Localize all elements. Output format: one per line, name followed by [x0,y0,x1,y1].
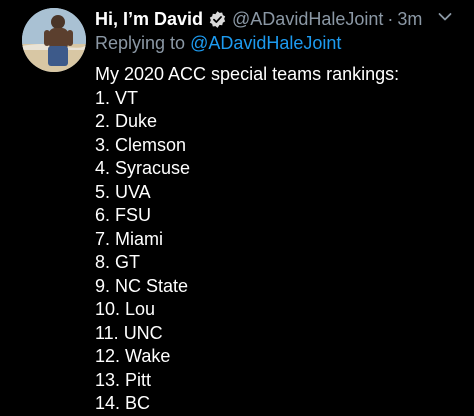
list-item: 7. Miami [95,228,164,249]
list-item: 3. Clemson [95,134,187,155]
list-item: 6. FSU [95,205,152,225]
separator-dot: · [387,8,394,29]
tweet-header: Hi, I’m David @ADavidHaleJoint · 3m [95,6,422,32]
reply-context: Replying to @ADavidHaleJoint [95,33,341,57]
list-item: 4. Syracuse [95,158,191,178]
list-item: 12. Wake [95,346,171,366]
list-item: 11. UNC [95,322,163,343]
rankings-list: 1. VT 2. Duke 3. Clemson 4. Syracuse 5. … [95,87,399,416]
chevron-down-icon[interactable] [438,12,452,22]
list-item: 2. Duke [95,111,158,131]
verified-badge-icon [209,10,226,28]
list-item: 1. VT [95,87,139,108]
reply-prefix: Replying to [95,33,186,53]
list-item: 10. Lou [95,299,156,319]
list-item: 9. NC State [95,275,189,296]
list-item: 5. UVA [95,181,151,202]
avatar[interactable] [22,8,86,72]
tweet: Hi, I’m David @ADavidHaleJoint · 3m Repl… [0,0,474,413]
list-item: 8. GT [95,252,141,272]
avatar-photo [22,8,86,72]
reply-handle-link[interactable]: @ADavidHaleJoint [190,33,341,53]
tweet-text: My 2020 ACC special teams rankings: 1. V… [95,63,399,416]
display-name[interactable]: Hi, I’m David [95,9,203,30]
timestamp[interactable]: 3m [397,9,422,30]
tweet-intro: My 2020 ACC special teams rankings: [95,64,400,84]
list-item: 13. Pitt [95,369,152,390]
author-handle[interactable]: @ADavidHaleJoint [232,9,383,30]
